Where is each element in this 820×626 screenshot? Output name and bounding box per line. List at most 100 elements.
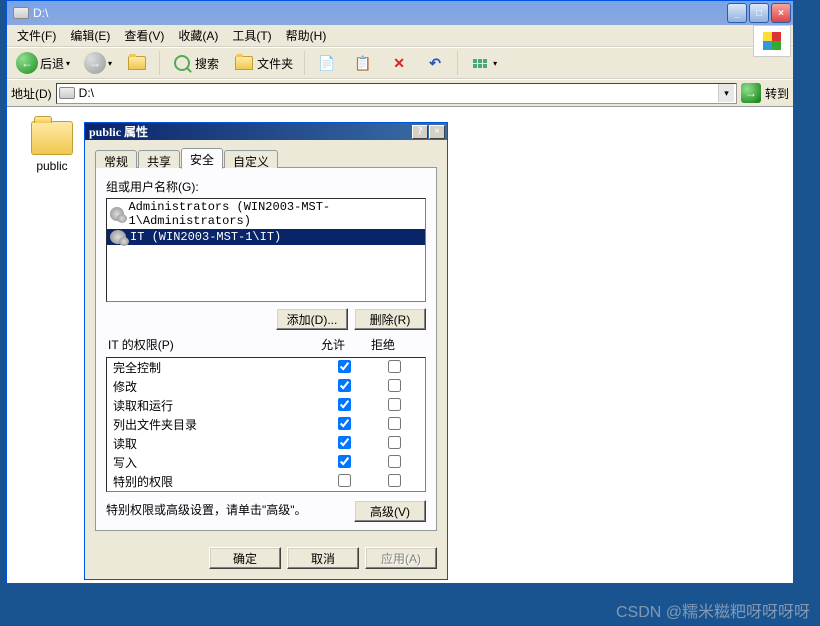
views-button[interactable]: ▾	[464, 49, 502, 77]
user-list[interactable]: Administrators (WIN2003-MST-1\Administra…	[106, 198, 426, 302]
permission-row: 完全控制	[107, 358, 425, 377]
folder-icon	[31, 121, 73, 155]
menu-file[interactable]: 文件(F)	[11, 25, 62, 46]
special-permissions-text: 特别权限或高级设置，请单击"高级"。	[106, 503, 354, 519]
address-label: 地址(D)	[11, 85, 52, 102]
go-label: 转到	[765, 85, 789, 102]
permissions-list[interactable]: 完全控制修改读取和运行列出文件夹目录读取写入特别的权限	[107, 358, 425, 491]
deny-checkbox[interactable]	[388, 417, 401, 430]
group-or-user-label: 组或用户名称(G):	[106, 178, 426, 195]
user-list-row[interactable]: Administrators (WIN2003-MST-1\Administra…	[107, 199, 425, 229]
close-button[interactable]: ×	[429, 125, 445, 139]
separator	[304, 51, 305, 75]
tab-general[interactable]: 常规	[95, 150, 137, 168]
maximize-button[interactable]: □	[749, 3, 769, 23]
dialog-titlebar[interactable]: public 属性 ? ×	[85, 123, 447, 140]
window-title: D:\	[13, 6, 727, 20]
allow-checkbox[interactable]	[338, 455, 351, 468]
watermark: CSDN @糯米糍粑呀呀呀呀	[616, 598, 810, 622]
search-label: 搜索	[195, 55, 219, 72]
dropdown-icon: ▾	[493, 59, 497, 68]
separator	[457, 51, 458, 75]
permission-row: 写入	[107, 453, 425, 472]
deny-checkbox[interactable]	[388, 455, 401, 468]
menu-help[interactable]: 帮助(H)	[280, 25, 333, 46]
back-label: 后退	[40, 55, 64, 72]
tabs: 常规 共享 安全 自定义	[95, 148, 437, 168]
menubar: 文件(F) 编辑(E) 查看(V) 收藏(A) 工具(T) 帮助(H)	[7, 25, 793, 47]
add-button[interactable]: 添加(D)...	[276, 308, 348, 330]
permission-name: 列出文件夹目录	[113, 416, 319, 433]
up-button[interactable]	[121, 49, 153, 77]
drive-icon	[59, 87, 75, 99]
permissions-box: 完全控制修改读取和运行列出文件夹目录读取写入特别的权限	[106, 357, 426, 492]
allow-checkbox[interactable]	[338, 360, 351, 373]
help-button[interactable]: ?	[412, 125, 428, 139]
menu-tools[interactable]: 工具(T)	[226, 25, 277, 46]
folders-icon	[233, 52, 255, 74]
advanced-button[interactable]: 高级(V)	[354, 500, 426, 522]
permission-row: 读取	[107, 434, 425, 453]
deny-checkbox[interactable]	[388, 360, 401, 373]
folders-label: 文件夹	[257, 55, 293, 72]
menu-edit[interactable]: 编辑(E)	[64, 25, 116, 46]
allow-checkbox[interactable]	[338, 474, 351, 487]
address-dropdown-button[interactable]: ▾	[718, 84, 734, 102]
back-button[interactable]: ← 后退 ▾	[11, 49, 75, 77]
folder-public[interactable]: public	[17, 117, 87, 177]
menu-view[interactable]: 查看(V)	[118, 25, 170, 46]
allow-checkbox[interactable]	[338, 398, 351, 411]
toolbar: ← 后退 ▾ → ▾ 搜索 文件夹 📄 📋 ✕ ↶ ▾	[7, 47, 793, 79]
search-icon	[171, 52, 193, 74]
windows-flag-icon	[753, 25, 791, 57]
undo-button[interactable]: ↶	[419, 49, 451, 77]
apply-button[interactable]: 应用(A)	[365, 547, 437, 569]
tab-custom[interactable]: 自定义	[224, 150, 278, 168]
window-title-text: D:\	[33, 6, 48, 20]
allow-checkbox[interactable]	[338, 436, 351, 449]
dialog-title: public 属性	[89, 123, 412, 140]
folders-button[interactable]: 文件夹	[228, 49, 298, 77]
tab-security[interactable]: 安全	[181, 148, 223, 169]
tab-sharing[interactable]: 共享	[138, 150, 180, 168]
ok-button[interactable]: 确定	[209, 547, 281, 569]
dialog-buttons: 确定 取消 应用(A)	[85, 537, 447, 579]
deny-header: 拒绝	[358, 336, 408, 353]
up-icon	[126, 52, 148, 74]
address-input[interactable]	[79, 86, 714, 100]
address-input-wrap[interactable]: ▾	[56, 83, 737, 104]
addressbar: 地址(D) ▾ → 转到	[7, 79, 793, 107]
move-icon: 📄	[316, 52, 338, 74]
drive-icon	[13, 7, 29, 19]
close-button[interactable]: ×	[771, 3, 791, 23]
allow-checkbox[interactable]	[338, 417, 351, 430]
undo-icon: ↶	[424, 52, 446, 74]
properties-dialog: public 属性 ? × 常规 共享 安全 自定义 组或用户名称(G): Ad…	[84, 122, 448, 580]
remove-button[interactable]: 删除(R)	[354, 308, 426, 330]
copy-button[interactable]: 📋	[347, 49, 379, 77]
allow-header: 允许	[308, 336, 358, 353]
move-button[interactable]: 📄	[311, 49, 343, 77]
explorer-titlebar[interactable]: D:\ _ □ ×	[7, 1, 793, 25]
user-list-row[interactable]: IT (WIN2003-MST-1\IT)	[107, 229, 425, 245]
deny-checkbox[interactable]	[388, 398, 401, 411]
forward-button[interactable]: → ▾	[79, 49, 117, 77]
user-name: Administrators (WIN2003-MST-1\Administra…	[128, 200, 422, 228]
go-button[interactable]: →	[741, 83, 761, 103]
dropdown-icon: ▾	[108, 59, 112, 68]
deny-checkbox[interactable]	[388, 474, 401, 487]
permission-row: 列出文件夹目录	[107, 415, 425, 434]
cancel-button[interactable]: 取消	[287, 547, 359, 569]
permission-name: 完全控制	[113, 359, 319, 376]
minimize-button[interactable]: _	[727, 3, 747, 23]
search-button[interactable]: 搜索	[166, 49, 224, 77]
menu-favorites[interactable]: 收藏(A)	[172, 25, 224, 46]
deny-checkbox[interactable]	[388, 436, 401, 449]
permission-name: 特别的权限	[113, 473, 319, 490]
permission-row: 修改	[107, 377, 425, 396]
deny-checkbox[interactable]	[388, 379, 401, 392]
user-name: IT (WIN2003-MST-1\IT)	[130, 230, 281, 244]
delete-button[interactable]: ✕	[383, 49, 415, 77]
permission-row: 特别的权限	[107, 472, 425, 491]
allow-checkbox[interactable]	[338, 379, 351, 392]
